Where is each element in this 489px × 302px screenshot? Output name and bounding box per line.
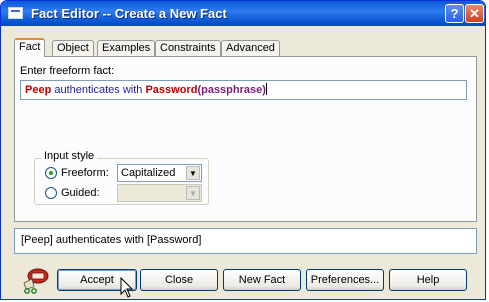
freeform-case-select[interactable]: Capitalized ▼ [117,164,202,182]
freeform-radio-label[interactable]: Freeform: [61,167,109,179]
tab-object[interactable]: Object [52,40,94,56]
preferences-button[interactable]: Preferences... [306,269,384,291]
new-fact-button[interactable]: New Fact [223,269,301,291]
close-window-icon[interactable]: ✕ [465,4,484,23]
text-caret [265,83,267,95]
window-icon [8,7,23,19]
title-bar[interactable]: Fact Editor -- Create a New Fact ? ✕ [1,1,485,26]
window-title: Fact Editor -- Create a New Fact [31,6,227,21]
tab-advanced[interactable]: Advanced [221,40,280,56]
mouse-pointer-icon [120,277,134,298]
input-style-label: Input style [41,150,98,162]
chevron-down-icon: ▼ [186,186,200,200]
fact-wizard-icon [23,268,49,294]
fact-entity-password: Password [145,84,198,96]
fact-role-passphrase: (passphrase) [197,84,266,96]
guided-radio-label[interactable]: Guided: [61,187,100,199]
freeform-fact-input[interactable]: Peep authenticates with Password(passphr… [20,80,467,100]
fact-editor-window: Fact Editor -- Create a New Fact ? ✕ Fac… [0,0,486,300]
tab-fact[interactable]: Fact [14,38,46,57]
fact-verb-text: authenticates with [51,84,146,96]
chevron-down-icon[interactable]: ▼ [186,166,200,180]
help-button[interactable]: Help [389,269,467,291]
guided-radio[interactable] [45,187,57,199]
help-title-icon[interactable]: ? [445,4,464,23]
guided-select: ▼ [117,184,202,202]
fact-preview: [Peep] authenticates with [Password] [14,228,477,254]
tab-examples[interactable]: Examples [97,40,156,56]
freeform-radio[interactable] [45,167,57,179]
freeform-fact-label: Enter freeform fact: [20,65,115,77]
close-button[interactable]: Close [140,269,218,291]
tab-constraints[interactable]: Constraints [155,40,221,56]
fact-entity-peep: Peep [25,84,52,96]
freeform-case-value: Capitalized [121,167,176,179]
